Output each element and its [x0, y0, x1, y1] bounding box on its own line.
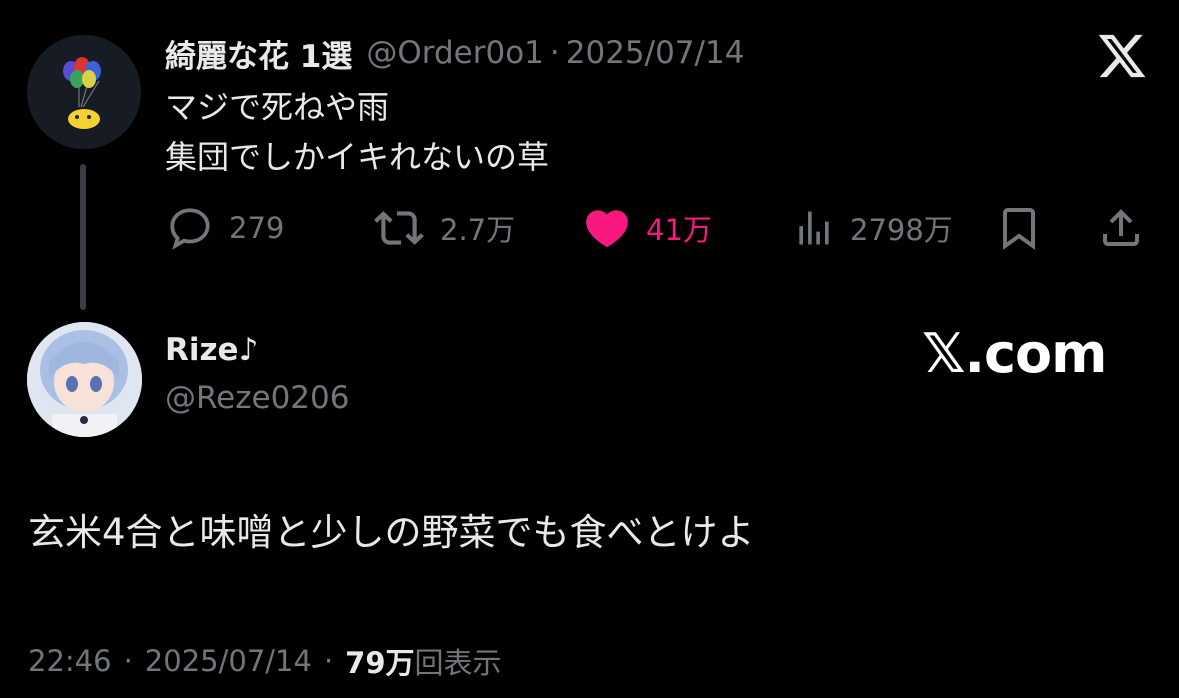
tweet2-text: 玄米4合と味噌と少しの野菜でも食べとけよ: [28, 511, 755, 554]
bookmark-icon: [1003, 208, 1035, 250]
author-avatar-anime[interactable]: [27, 322, 142, 437]
tweet2-views-count[interactable]: 79万: [345, 640, 414, 682]
tweet2-author-name[interactable]: Rize♪: [165, 332, 258, 368]
share-icon: [1103, 209, 1139, 246]
tweet2-views-label: 回表示: [414, 646, 502, 680]
meta-separator: ·: [323, 644, 334, 678]
views-count: 2798万: [850, 213, 953, 247]
avatar-balloons-image: [27, 35, 141, 149]
tweet2-handle[interactable]: @Reze0206: [165, 380, 349, 416]
views-button[interactable]: 2798万: [792, 200, 953, 256]
tweet1-line: マジで死ねや雨: [165, 88, 390, 126]
reply-icon: [170, 208, 210, 250]
reply-button[interactable]: 279: [165, 200, 284, 256]
tweet1-header: 綺麗な花 1選 @Order0o1 · 2025/07/14: [165, 28, 744, 78]
tweet1-action-bar: 279 2.7万 41万 2798万: [165, 200, 1155, 256]
like-button[interactable]: 41万: [582, 200, 712, 256]
avatar-anime-image: [27, 322, 142, 437]
reply-count: 279: [229, 211, 285, 245]
retweet-count: 2.7万: [440, 213, 516, 247]
retweet-icon: [374, 211, 424, 245]
tweet1-text: マジで死ねや雨 集団でしかイキれないの草: [165, 82, 549, 182]
like-heart-icon: [586, 210, 628, 248]
tweet2-date[interactable]: 2025/07/14: [145, 644, 312, 678]
x-com-watermark: 𝕏.com: [922, 322, 1107, 385]
x-logo-icon[interactable]: [1096, 30, 1148, 82]
tweet2-time[interactable]: 22:46: [28, 644, 112, 678]
tweet2-meta: 22:46 · 2025/07/14 · 79万 回表示: [28, 640, 502, 682]
bookmark-button[interactable]: [995, 200, 1043, 256]
tweet1-separator: ·: [549, 35, 560, 71]
tweet1-author-name[interactable]: 綺麗な花 1選: [165, 31, 352, 76]
tweet1-date[interactable]: 2025/07/14: [566, 35, 745, 71]
views-chart-icon: [799, 211, 829, 245]
like-count: 41万: [646, 213, 712, 247]
retweet-button[interactable]: 2.7万: [372, 200, 515, 256]
tweet1-handle[interactable]: @Order0o1: [366, 35, 544, 71]
share-button[interactable]: [1097, 200, 1145, 256]
tweet1-line: 集団でしかイキれないの草: [165, 138, 550, 176]
author-avatar-balloons[interactable]: [27, 35, 141, 149]
thread-connector-line: [80, 164, 86, 310]
meta-separator: ·: [123, 644, 133, 678]
